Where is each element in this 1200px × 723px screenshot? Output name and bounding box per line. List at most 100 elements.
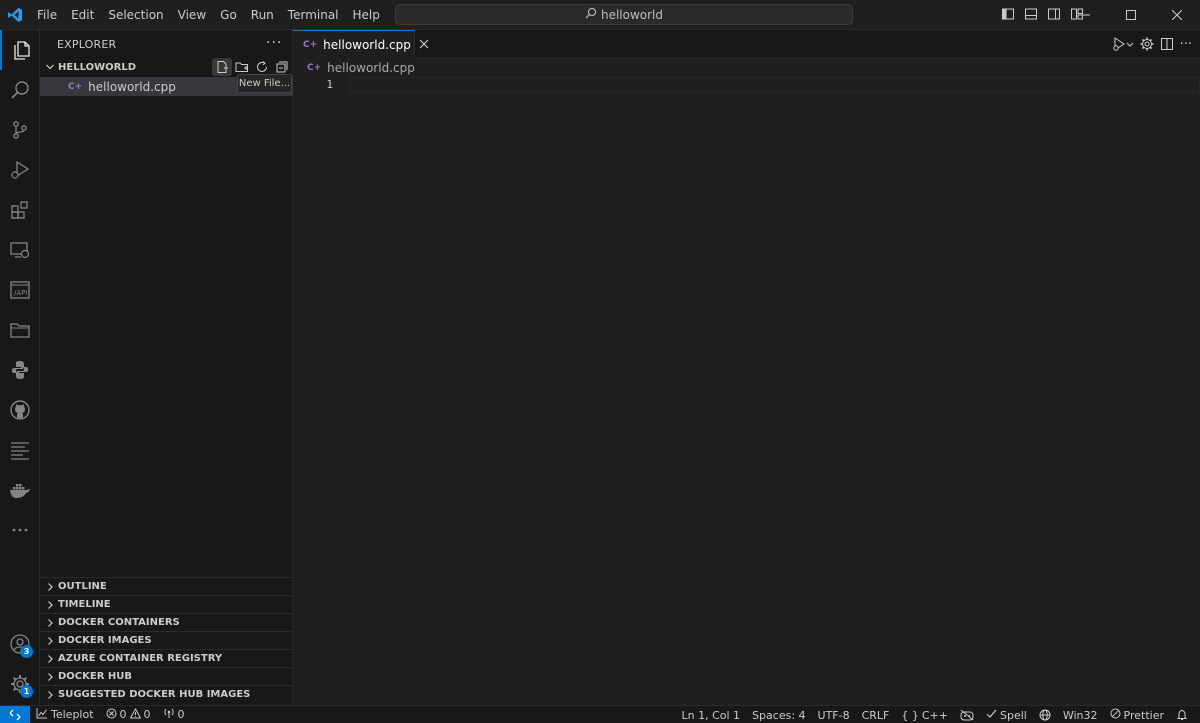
settings-gear-icon[interactable] bbox=[1140, 35, 1154, 53]
teleplot-button[interactable]: Teleplot bbox=[30, 706, 100, 723]
python-icon[interactable] bbox=[0, 350, 40, 390]
folder-name: HELLOWORLD bbox=[58, 61, 136, 73]
tab-helloworld-cpp[interactable]: C+ helloworld.cpp bbox=[293, 30, 429, 59]
error-count: 0 bbox=[119, 708, 127, 721]
cpp-file-icon: C+ bbox=[68, 81, 83, 92]
menu-bar: File Edit Selection View Go Run Terminal… bbox=[30, 0, 387, 30]
search-icon bbox=[585, 7, 597, 22]
globe-icon[interactable] bbox=[1033, 706, 1057, 723]
close-tab-icon[interactable] bbox=[419, 38, 429, 52]
menu-run[interactable]: Run bbox=[244, 4, 281, 26]
more-actions-icon[interactable]: ··· bbox=[266, 35, 282, 51]
prettier-status[interactable]: Prettier bbox=[1104, 706, 1170, 723]
chevron-right-icon bbox=[42, 672, 58, 682]
ports-count: 0 bbox=[177, 708, 185, 721]
explorer-sidebar: EXPLORER ··· HELLOWORLD C+ helloworld.cp… bbox=[40, 30, 293, 705]
section-outline[interactable]: OUTLINE bbox=[40, 577, 293, 595]
close-window-icon[interactable] bbox=[1154, 0, 1200, 30]
remote-explorer-icon[interactable] bbox=[0, 230, 40, 270]
minimize-icon[interactable] bbox=[1062, 0, 1108, 30]
menu-file[interactable]: File bbox=[30, 4, 64, 26]
github-icon[interactable] bbox=[0, 390, 40, 430]
remote-indicator-icon[interactable] bbox=[0, 705, 30, 723]
warning-count: 0 bbox=[143, 708, 151, 721]
menu-terminal[interactable]: Terminal bbox=[281, 4, 346, 26]
braces-icon: { } bbox=[901, 708, 919, 722]
api-icon[interactable]: /API bbox=[0, 270, 40, 310]
toggle-secondary-sidebar-icon[interactable] bbox=[1044, 4, 1064, 24]
error-icon bbox=[106, 708, 117, 722]
end-of-line[interactable]: CRLF bbox=[856, 706, 896, 723]
section-azure-container-registry[interactable]: AZURE CONTAINER REGISTRY bbox=[40, 649, 293, 667]
code-editor[interactable]: 1 bbox=[293, 77, 1200, 705]
problems-indicator[interactable]: 0 0 bbox=[100, 706, 157, 723]
more-views-icon[interactable] bbox=[0, 510, 40, 550]
split-editor-icon[interactable] bbox=[1160, 35, 1174, 53]
menu-edit[interactable]: Edit bbox=[64, 4, 101, 26]
toggle-primary-sidebar-icon[interactable] bbox=[998, 4, 1018, 24]
teleplot-label: Teleplot bbox=[51, 708, 94, 721]
status-bar: Teleplot 0 0 0 Ln 1, Col 1 Spaces: 4 UTF… bbox=[0, 705, 1200, 723]
command-center-search[interactable]: helloworld bbox=[395, 4, 853, 25]
copilot-icon[interactable] bbox=[954, 706, 980, 723]
language-mode[interactable]: { } C++ bbox=[895, 706, 954, 723]
section-label: TIMELINE bbox=[58, 599, 111, 610]
menu-selection[interactable]: Selection bbox=[101, 4, 170, 26]
chart-line-icon bbox=[36, 707, 48, 722]
run-code-icon[interactable] bbox=[1112, 35, 1134, 53]
warning-icon bbox=[129, 707, 141, 722]
section-timeline[interactable]: TIMELINE bbox=[40, 595, 293, 613]
source-control-icon[interactable] bbox=[0, 110, 40, 150]
new-file-tooltip: New File... bbox=[237, 74, 292, 93]
chevron-right-icon bbox=[42, 636, 58, 646]
chevron-down-icon bbox=[42, 62, 58, 72]
current-line-highlight bbox=[350, 77, 1200, 93]
accounts-icon[interactable]: 3 bbox=[0, 624, 40, 664]
breadcrumb-file[interactable]: helloworld.cpp bbox=[327, 61, 415, 75]
cpp-file-icon: C+ bbox=[307, 63, 322, 73]
menu-go[interactable]: Go bbox=[213, 4, 244, 26]
activity-bar: /API 3 1 bbox=[0, 30, 40, 705]
output-lines-icon[interactable] bbox=[0, 430, 40, 470]
encoding[interactable]: UTF-8 bbox=[812, 706, 856, 723]
more-actions-icon[interactable]: ··· bbox=[1180, 35, 1192, 53]
language-label: C++ bbox=[921, 708, 948, 722]
section-docker-containers[interactable]: DOCKER CONTAINERS bbox=[40, 613, 293, 631]
cpp-file-icon: C+ bbox=[303, 40, 318, 50]
vscode-logo-icon bbox=[0, 0, 30, 30]
prohibited-icon bbox=[1110, 708, 1121, 722]
check-icon bbox=[986, 708, 997, 722]
section-docker-hub[interactable]: DOCKER HUB bbox=[40, 667, 293, 685]
indentation[interactable]: Spaces: 4 bbox=[746, 706, 811, 723]
section-docker-images[interactable]: DOCKER IMAGES bbox=[40, 631, 293, 649]
prettier-label: Prettier bbox=[1123, 708, 1164, 722]
spell-check[interactable]: Spell bbox=[980, 706, 1033, 723]
chevron-right-icon bbox=[42, 654, 58, 664]
menu-help[interactable]: Help bbox=[346, 4, 387, 26]
run-debug-icon[interactable] bbox=[0, 150, 40, 190]
maximize-icon[interactable] bbox=[1108, 0, 1154, 30]
docker-icon[interactable] bbox=[0, 470, 40, 510]
folder-view-icon[interactable] bbox=[0, 310, 40, 350]
chevron-right-icon bbox=[42, 690, 58, 700]
ports-indicator[interactable]: 0 bbox=[157, 706, 191, 723]
new-file-icon[interactable] bbox=[212, 58, 232, 76]
notifications-bell-icon[interactable] bbox=[1170, 706, 1194, 723]
section-label: DOCKER IMAGES bbox=[58, 635, 152, 646]
spell-label: Spell bbox=[1000, 708, 1027, 722]
section-label: AZURE CONTAINER REGISTRY bbox=[58, 653, 223, 664]
cursor-position[interactable]: Ln 1, Col 1 bbox=[676, 706, 747, 723]
extensions-icon[interactable] bbox=[0, 190, 40, 230]
search-text: helloworld bbox=[600, 7, 664, 22]
explorer-icon[interactable] bbox=[0, 30, 40, 70]
section-suggested-docker-hub-images[interactable]: SUGGESTED DOCKER HUB IMAGES bbox=[40, 685, 293, 703]
search-view-icon[interactable] bbox=[0, 70, 40, 110]
menu-view[interactable]: View bbox=[171, 4, 213, 26]
chevron-right-icon bbox=[42, 582, 58, 592]
accounts-badge: 3 bbox=[20, 645, 33, 658]
platform[interactable]: Win32 bbox=[1057, 706, 1104, 723]
manage-gear-icon[interactable]: 1 bbox=[0, 664, 40, 704]
section-label: DOCKER HUB bbox=[58, 671, 133, 682]
toggle-panel-icon[interactable] bbox=[1021, 4, 1041, 24]
sidebar-title: EXPLORER bbox=[57, 38, 117, 51]
